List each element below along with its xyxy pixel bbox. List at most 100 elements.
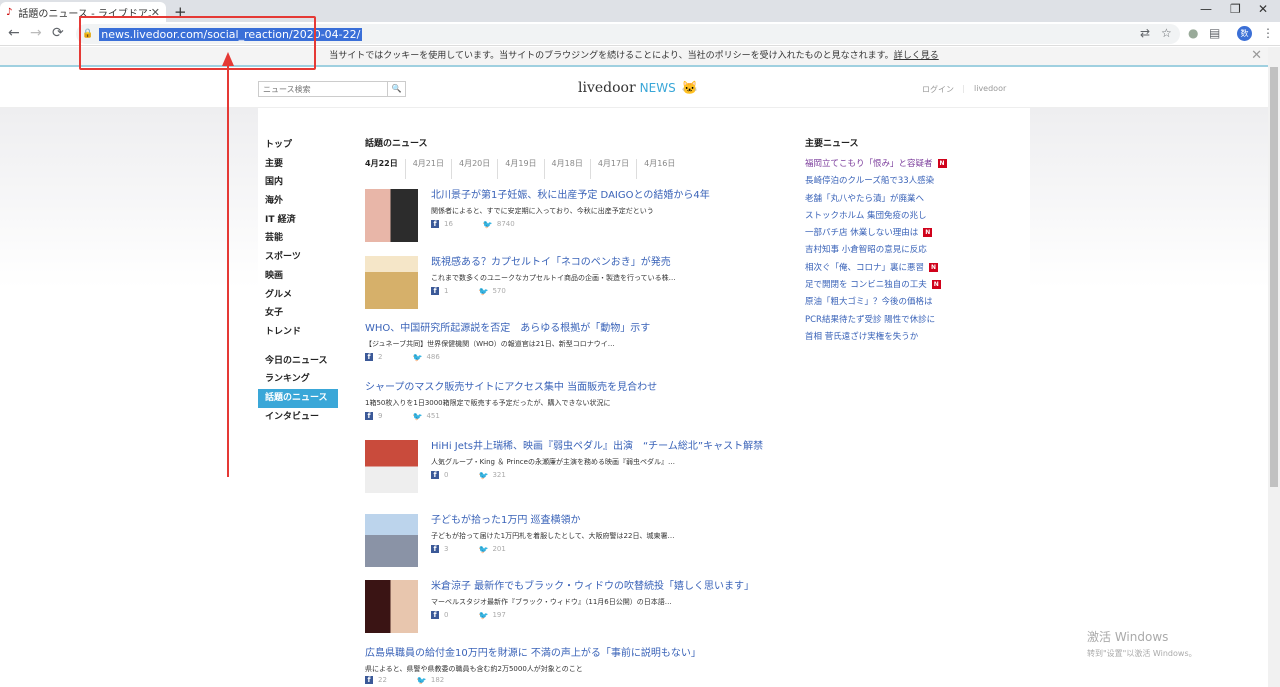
article-title[interactable]: 広島県職員の給付金10万円を財源に 不満の声上がる「事前に説明もない」 (365, 647, 785, 661)
cookie-learn-more-link[interactable]: 詳しく見る (894, 51, 939, 61)
sidebar-item-ranking[interactable]: ランキング (258, 370, 338, 389)
minimize-icon[interactable]: — (1200, 2, 1212, 16)
scrollbar-thumb[interactable] (1270, 67, 1278, 487)
facebook-count: 1 (444, 287, 449, 295)
news-search-input[interactable] (258, 81, 388, 97)
article-thumbnail[interactable] (365, 189, 418, 242)
reload-button[interactable]: ⟳ (52, 25, 64, 41)
top-news-item[interactable]: 一部パチ店 休業しない理由は N (805, 226, 1005, 243)
article-desc: 人気グループ・King ＆ Princeの永瀬廉が主演を務める映画『弱虫ペダル』… (431, 458, 675, 466)
sidebar-item-today[interactable]: 今日のニュース (258, 352, 338, 371)
twitter-icon: 🐦 (478, 611, 489, 620)
window-close-icon[interactable]: ✕ (1258, 2, 1268, 16)
article-thumbnail[interactable] (365, 440, 418, 493)
sidebar-item-trend[interactable]: トレンド (258, 323, 338, 342)
facebook-count: 9 (378, 412, 383, 420)
twitter-count: 570 (492, 287, 506, 295)
twitter-count: 182 (430, 676, 445, 684)
menu-icon[interactable]: ⋮ (1262, 26, 1274, 40)
watermark-line1: 激活 Windows (1087, 630, 1169, 644)
livedoor-link[interactable]: livedoor (974, 84, 1006, 93)
sidebar-item-sports[interactable]: スポーツ (258, 248, 338, 267)
date-tab[interactable]: 4月20日 (450, 159, 497, 179)
date-tab[interactable]: 4月16日 (636, 159, 682, 179)
facebook-icon: f (431, 545, 439, 553)
sidebar-item-movies[interactable]: 映画 (258, 267, 338, 286)
article-title[interactable]: シャープのマスク販売サイトにアクセス集中 当面販売を見合わせ (365, 381, 785, 395)
sidebar-item-top[interactable]: トップ (258, 136, 338, 155)
translate-icon[interactable]: ⇄ (1140, 26, 1150, 40)
address-bar[interactable]: 🔒 news.livedoor.com/social_reaction/2020… (76, 24, 1180, 44)
top-news-item[interactable]: 長崎停泊のクルーズ船で33人感染 (805, 174, 1005, 191)
sidebar-item-main[interactable]: 主要 (258, 155, 338, 174)
header-divider: | (962, 84, 965, 93)
sidebar-item-women[interactable]: 女子 (258, 304, 338, 323)
tab-title: 話題のニュース - ライブドアニ (18, 8, 151, 20)
extension-icon[interactable]: ● (1188, 26, 1198, 40)
article-desc: 県によると、県警や県教委の職員も含む約2万5000人が対象とのこと (365, 665, 583, 673)
article-title[interactable]: 子どもが拾った1万円 巡査横領か (431, 514, 781, 528)
top-news-item[interactable]: 吉村知事 小倉智昭の意見に反応 (805, 243, 1005, 260)
top-news-item[interactable]: ストックホルム 集団免疫の兆し (805, 209, 1005, 226)
article-thumbnail[interactable] (365, 256, 418, 309)
category-sidebar: トップ 主要 国内 海外 IT 経済 芸能 スポーツ 映画 グルメ 女子 トレン… (258, 136, 338, 426)
date-tab[interactable]: 4月22日 (365, 159, 405, 179)
article-title[interactable]: WHO、中国研究所起源説を否定 あらゆる根拠が「動物」示す (365, 322, 785, 336)
livedoor-news-logo[interactable]: livedoor NEWS 🐱 (578, 80, 698, 96)
date-tab[interactable]: 4月17日 (589, 159, 636, 179)
article-title[interactable]: 米倉涼子 最新作でもブラック・ウィドウの吹替続投「嬉しく思います」 (431, 580, 781, 594)
facebook-count: 0 (444, 611, 449, 619)
date-tab[interactable]: 4月21日 (404, 159, 451, 179)
article-thumbnail[interactable] (365, 580, 418, 633)
sidebar-item-world[interactable]: 海外 (258, 192, 338, 211)
top-news-text: 原油「粗大ゴミ」？今後の価格は (805, 297, 933, 308)
sidebar-item-interview[interactable]: インタビュー (258, 408, 338, 427)
forward-button[interactable]: → (30, 25, 42, 41)
back-button[interactable]: ← (8, 25, 20, 41)
sidebar-item-it-economy[interactable]: IT 経済 (258, 211, 338, 230)
article-title[interactable]: 既視感ある？カプセルトイ「ネコのペンおき」が発売 (431, 256, 781, 270)
tab-close-icon[interactable]: ✕ (151, 6, 160, 19)
top-news-item[interactable]: 老舗「丸八やたら漬」が廃業へ (805, 192, 1005, 209)
cookie-close-icon[interactable]: ✕ (1251, 47, 1262, 65)
restore-icon[interactable]: ❐ (1230, 2, 1241, 16)
sidebar-item-social-reaction[interactable]: 話題のニュース (258, 388, 338, 408)
document-extension-icon[interactable]: ▤ (1209, 26, 1220, 40)
twitter-icon: 🐦 (478, 545, 489, 554)
top-news-item[interactable]: PCR結果待たず受診 陽性で休診に (805, 313, 1005, 330)
facebook-count: 16 (444, 220, 453, 228)
url-text[interactable]: news.livedoor.com/social_reaction/2020-0… (99, 27, 363, 41)
bookmark-star-icon[interactable]: ☆ (1161, 26, 1172, 40)
sidebar-item-domestic[interactable]: 国内 (258, 173, 338, 192)
profile-avatar[interactable]: 数 (1237, 26, 1252, 41)
date-tab[interactable]: 4月19日 (497, 159, 543, 179)
top-news-title: 主要ニュース (805, 139, 859, 149)
top-news-item[interactable]: 相次ぐ「俺、コロナ」裏に悪習 N (805, 261, 1005, 278)
section-title: 話題のニュース (365, 139, 428, 149)
article-title[interactable]: 北川景子が第1子妊娠、秋に出産予定 DAIGOとの結婚から4年 (431, 189, 781, 203)
sidebar-item-gourmet[interactable]: グルメ (258, 286, 338, 305)
twitter-icon: 🐦 (478, 287, 489, 296)
new-tab-button[interactable]: + (174, 3, 187, 21)
sidebar-item-entertainment[interactable]: 芸能 (258, 229, 338, 248)
date-tab[interactable]: 4月18日 (543, 159, 590, 179)
browser-toolbar: ← → ⟳ 🔒 news.livedoor.com/social_reactio… (0, 22, 1280, 46)
article-social: f 0 🐦 321 (431, 471, 781, 481)
article-thumbnail[interactable] (365, 514, 418, 567)
top-news-item[interactable]: 足で開閉を コンビニ独自の工夫 N (805, 278, 1005, 295)
article-desc: これまで数多くのユニークなカプセルトイ商品の企画・製造を行っている株… (431, 274, 676, 282)
browser-tab[interactable]: ♪ 話題のニュース - ライブドアニ ✕ (0, 2, 166, 22)
top-news-item[interactable]: 原油「粗大ゴミ」？今後の価格は (805, 295, 1005, 312)
top-news-item[interactable]: 福岡立てこもり「恨み」と容疑者 N (805, 157, 1005, 174)
article-desc: 【ジュネーブ共同】世界保健機関（WHO）の報道官は21日、新型コロナウイ… (365, 340, 615, 348)
article-desc: マーベルスタジオ最新作『ブラック・ウィドウ』（11月6日公開）の日本語… (431, 598, 672, 606)
facebook-icon: f (365, 412, 373, 420)
facebook-count: 3 (444, 545, 449, 553)
top-news-item[interactable]: 首相 菅氏遠ざけ実権を失うか (805, 330, 1005, 347)
search-icon[interactable]: 🔍 (388, 81, 406, 97)
new-badge-icon: N (931, 280, 941, 290)
article-title[interactable]: HiHi Jets井上瑞稀、映画『弱虫ペダル』出演 “チーム総北”キャスト解禁 (431, 440, 781, 454)
login-link[interactable]: ログイン (922, 84, 954, 95)
page-scrollbar[interactable] (1268, 47, 1280, 687)
